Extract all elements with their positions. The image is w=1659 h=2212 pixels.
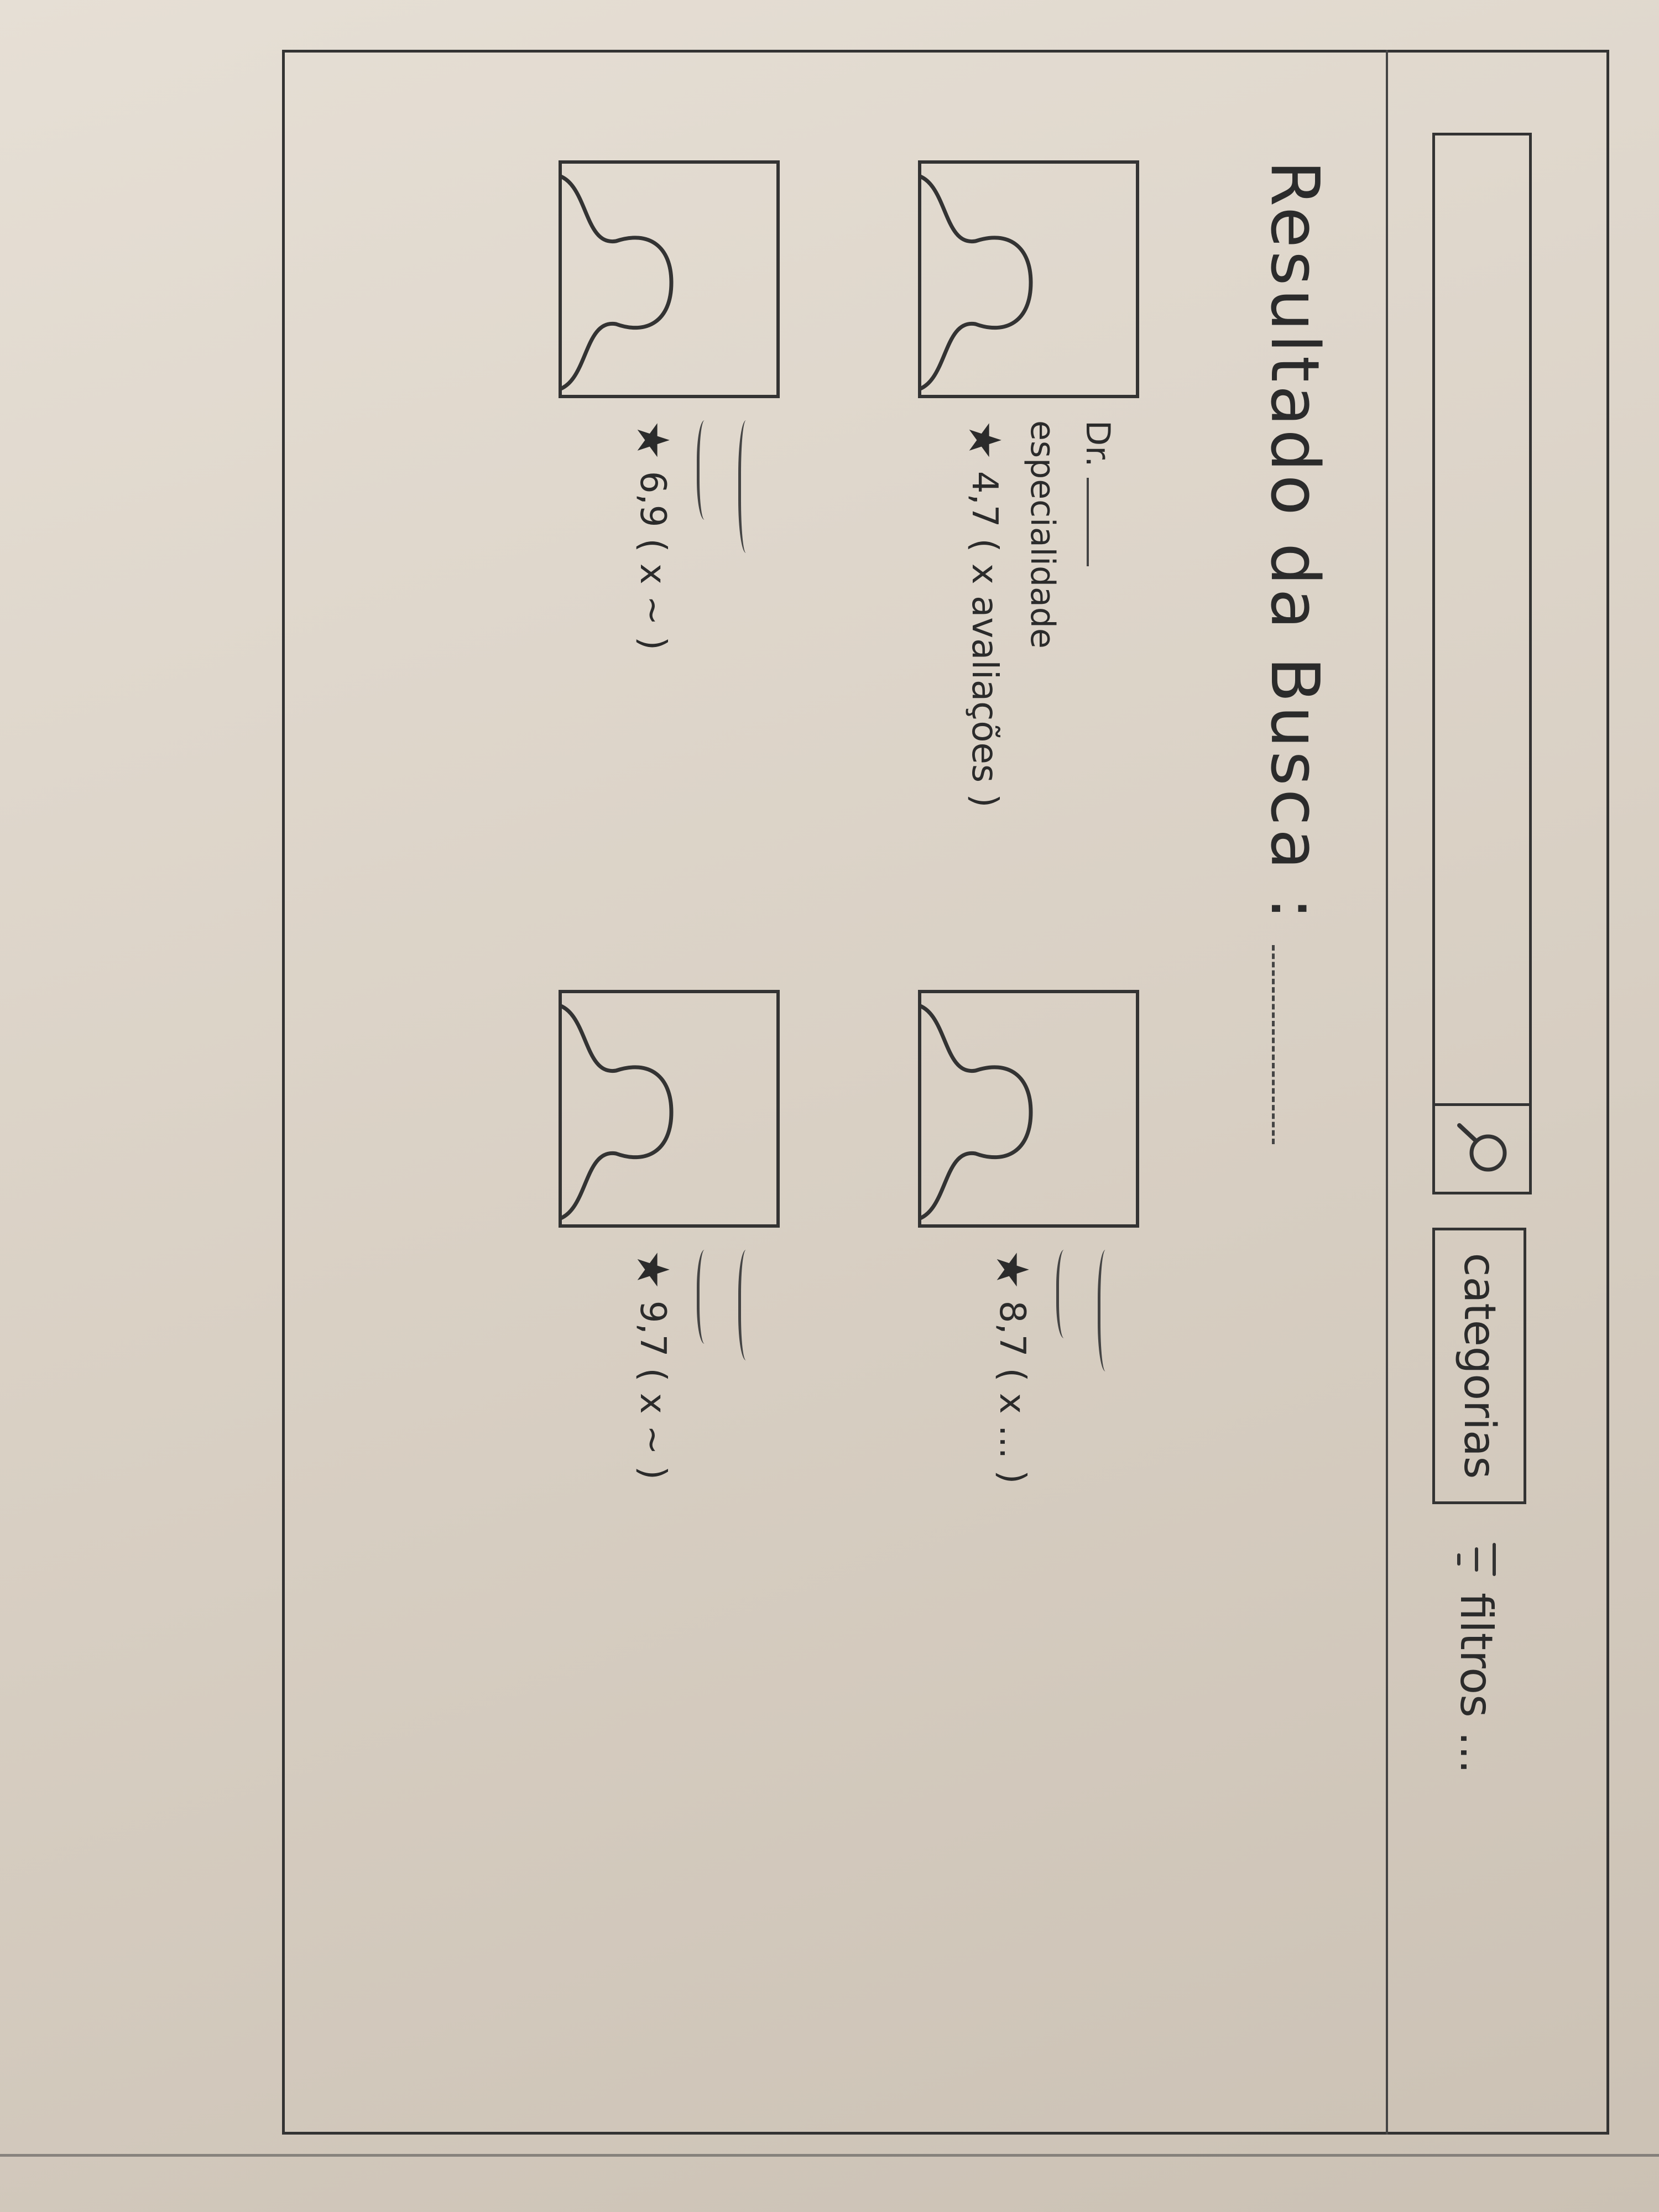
header-divider [1386, 50, 1388, 2135]
star-icon: ★ [959, 420, 1010, 460]
doctor-photo [918, 990, 1139, 1228]
name-scribble [1098, 1250, 1117, 1371]
rating: ★ 9,7 ( x ~ ) [627, 1250, 679, 1747]
doctor-photo [559, 990, 780, 1228]
card-info: Dr. especialidade ★ 4,7 ( x avaliações ) [959, 420, 1117, 918]
filters-label: filtros ... [1451, 1593, 1503, 1774]
results-title: Resultado da Busca : [1256, 160, 1333, 1144]
magnifier-icon [1457, 1123, 1507, 1171]
paper-edge [0, 2154, 1659, 2157]
result-card[interactable]: Dr. especialidade ★ 4,7 ( x avaliações ) [901, 160, 1139, 924]
results-title-text: Resultado da Busca : [1256, 160, 1333, 923]
rating: ★ 8,7 ( x ... ) [987, 1250, 1038, 1747]
card-info: ★ 8,7 ( x ... ) [987, 1250, 1117, 1747]
search-term-placeholder [1272, 945, 1308, 1144]
name-scribble [738, 1250, 758, 1360]
rating: ★ 6,9 ( x ~ ) [627, 420, 679, 918]
star-icon: ★ [627, 1250, 679, 1290]
review-count: ( x ~ ) [632, 538, 673, 650]
star-icon: ★ [627, 420, 679, 460]
doctor-name: Dr. [1078, 420, 1117, 918]
rating-value: 9,7 [632, 1300, 673, 1357]
review-count: ( x avaliações ) [964, 538, 1005, 808]
wireframe-screen: categorias filtros ... Resultado da Busc… [282, 50, 1609, 2135]
specialty-scribble [697, 1250, 716, 1344]
review-count: ( x ~ ) [632, 1368, 673, 1480]
doctor-specialty: especialidade [1023, 420, 1062, 649]
person-silhouette-icon [559, 173, 674, 393]
person-silhouette-icon [918, 1002, 1033, 1222]
result-card[interactable]: ★ 6,9 ( x ~ ) [542, 160, 780, 924]
doctor-photo [559, 160, 780, 398]
star-icon: ★ [987, 1250, 1038, 1290]
filter-lines-icon [1457, 1543, 1496, 1576]
card-info: ★ 6,9 ( x ~ ) [627, 420, 758, 918]
rating-value: 6,9 [632, 471, 673, 528]
rating-value: 4,7 [964, 471, 1005, 528]
filters-button[interactable]: filtros ... [1438, 1543, 1515, 1773]
specialty-scribble [697, 420, 716, 520]
search-input[interactable] [1432, 133, 1532, 1194]
card-info: ★ 9,7 ( x ~ ) [627, 1250, 758, 1747]
person-silhouette-icon [559, 1002, 674, 1222]
specialty-scribble [1056, 1250, 1076, 1338]
search-field[interactable] [1439, 141, 1524, 1094]
categories-button[interactable]: categorias [1432, 1228, 1526, 1504]
person-silhouette-icon [918, 173, 1033, 393]
rating-value: 8,7 [992, 1300, 1032, 1357]
doctor-photo [918, 160, 1139, 398]
review-count: ( x ... ) [992, 1368, 1032, 1484]
result-card[interactable]: ★ 9,7 ( x ~ ) [542, 990, 780, 1753]
result-card[interactable]: ★ 8,7 ( x ... ) [901, 990, 1139, 1753]
search-button[interactable] [1435, 1103, 1529, 1192]
name-scribble [738, 420, 758, 553]
rating: ★ 4,7 ( x avaliações ) [959, 420, 1010, 918]
